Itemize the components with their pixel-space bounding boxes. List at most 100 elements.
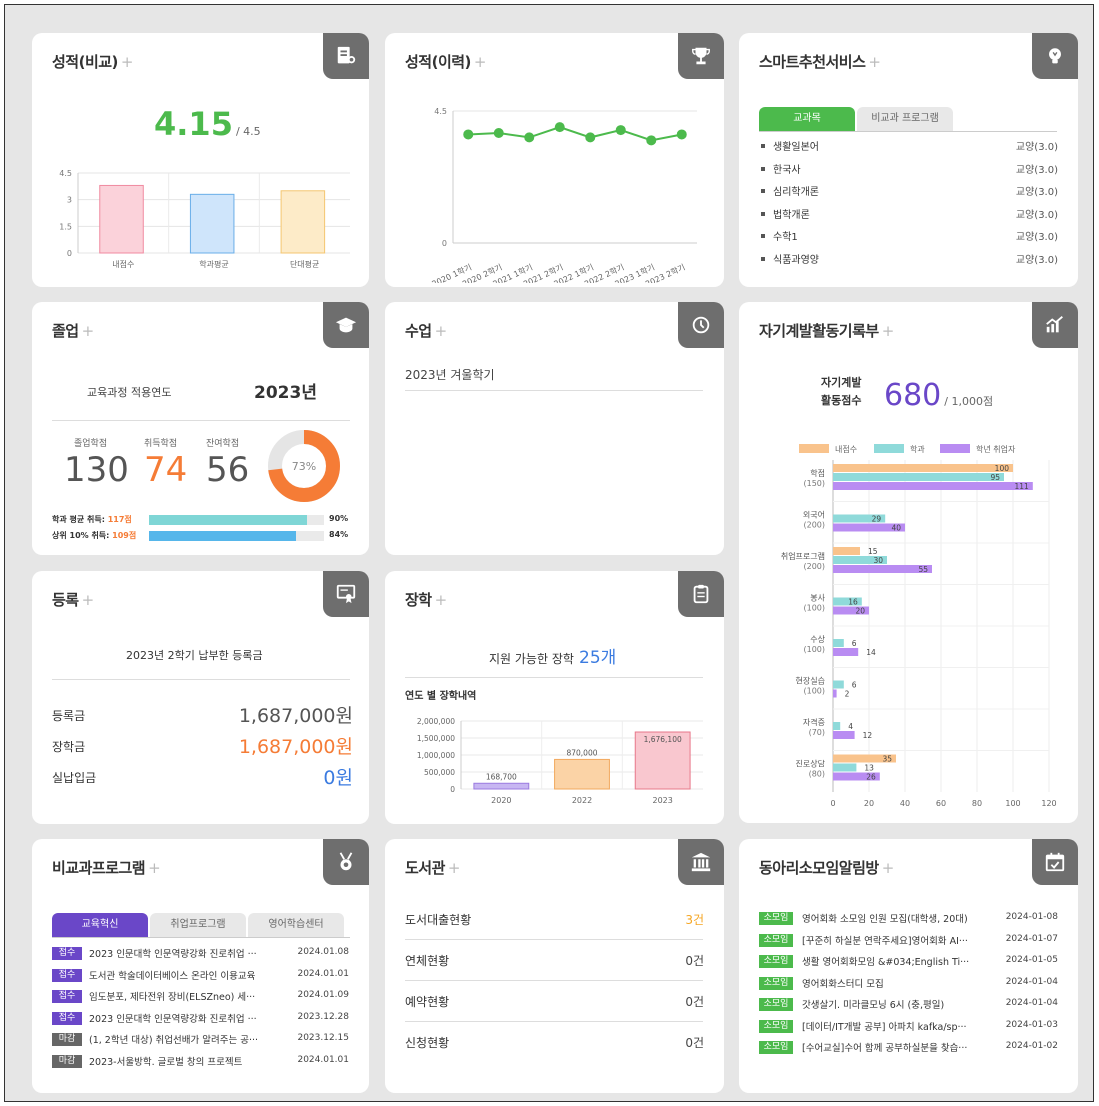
club-post-date: 2024-01-08	[1005, 912, 1058, 922]
category-label: 수상	[810, 634, 825, 644]
club-post-title[interactable]: [데이터/IT개발 공부] 아파치 kafka/sp···	[802, 1019, 992, 1033]
nonsubject-title[interactable]: 비교과프로그램 +	[52, 857, 161, 878]
library-row-value: 0건	[685, 995, 704, 1009]
grad-credit-label: 졸업학점	[74, 439, 108, 449]
tab-english[interactable]: 영어학습센터	[248, 913, 344, 937]
bar-label-text: 학과 평균 취득:	[52, 515, 108, 524]
calendar-check-icon[interactable]	[1032, 839, 1078, 885]
club-post-title[interactable]: 생활 영어회화모임 &#034;English Ti···	[802, 954, 992, 968]
self-dev-score: 680/ 1,000점	[884, 378, 994, 413]
grade-compare-title[interactable]: 성적(비교) +	[52, 51, 134, 72]
data-point	[646, 135, 657, 146]
bar-label-value: 109점	[112, 531, 137, 540]
credit-donut-chart: 73%	[268, 430, 340, 502]
report-icon[interactable]	[323, 33, 369, 79]
bar	[99, 184, 144, 254]
certificate-icon[interactable]	[323, 571, 369, 617]
grad-credit-value: 130	[64, 450, 129, 490]
smart-item-name[interactable]: 생활일본어	[773, 138, 819, 153]
graduation-title[interactable]: 졸업 +	[52, 320, 94, 341]
category-sub: (70)	[809, 728, 825, 737]
y-tick-label: 3	[67, 196, 72, 205]
y-tick-label: 1,500,000	[417, 734, 455, 743]
library-row-label[interactable]: 신청현황	[405, 1034, 449, 1051]
club-post-title[interactable]: [수어교실]수어 함께 공부하실분을 찾습···	[802, 1040, 992, 1054]
category-label: 봉사	[810, 594, 825, 603]
trophy-icon[interactable]	[678, 33, 724, 79]
nonsubject-card: 비교과프로그램 + 교육혁신 취업프로그램 영어학습센터 접수 2023 인문대학 …	[32, 839, 369, 1093]
x-tick-label: 내점수	[112, 259, 134, 269]
self-dev-card: 자기계발활동기록부 + 자기계발 활동점수 680/ 1,000점 내점수 학과 학년 …	[739, 302, 1078, 823]
tab-subjects[interactable]: 교과목	[759, 107, 855, 131]
program-title[interactable]: 2023-서울방학. 글로벌 창의 프로젝트	[89, 1054, 283, 1068]
building-icon[interactable]	[678, 839, 724, 885]
smart-item-type: 교양(3.0)	[1015, 187, 1058, 198]
program-title[interactable]: 2023 인문대학 인문역량강화 진로취업 ···	[89, 946, 283, 960]
divider	[405, 980, 703, 981]
growth-chart-icon[interactable]	[1032, 302, 1078, 348]
graduation-cap-icon[interactable]	[323, 302, 369, 348]
x-tick-label: 2023	[652, 796, 672, 805]
x-tick-label: 2022	[572, 796, 592, 805]
smart-item-name[interactable]: 법학개론	[773, 206, 810, 221]
tab-innovation[interactable]: 교육혁신	[52, 913, 148, 937]
smart-item-name[interactable]: 한국사	[773, 161, 801, 176]
club-post-title[interactable]: 갓생살기. 미라클모닝 6시 (충,평일)	[802, 997, 992, 1011]
scholarship-title[interactable]: 장학 +	[405, 589, 447, 610]
program-title[interactable]: 2023 인문대학 인문역량강화 진로취업 ···	[89, 1011, 283, 1025]
library-row-label[interactable]: 도서대출현황	[405, 911, 471, 928]
clipboard-icon[interactable]	[678, 571, 724, 617]
x-tick-label: 120	[1041, 799, 1056, 808]
bar-fill	[149, 531, 296, 541]
y-tick-label: 1,000,000	[417, 751, 455, 760]
self-dev-chart: 내점수 학과 학년 취업자0 20 40 60 80 100 120학점(150)1009511…	[781, 444, 1057, 808]
clock-icon[interactable]	[678, 302, 724, 348]
tab-nonsubject[interactable]: 비교과 프로그램	[857, 107, 953, 131]
remaining-credit-label: 잔여학점	[206, 439, 240, 449]
category-sub: (100)	[803, 604, 825, 613]
bar	[280, 190, 326, 254]
hbar	[833, 689, 837, 698]
library-row-label[interactable]: 연체현황	[405, 952, 449, 969]
earned-credit-label: 취득학점	[144, 439, 178, 449]
hbar-label: 26	[866, 773, 876, 782]
club-title[interactable]: 동아리소모임알림방 +	[759, 857, 894, 878]
data-point	[554, 122, 565, 133]
club-post-date: 2024-01-04	[1005, 976, 1058, 987]
program-title[interactable]: 도서관 학술데이터베이스 온라인 이용교육	[89, 968, 283, 982]
reg-row-label: 실납입금	[52, 771, 97, 785]
registration-title[interactable]: 등록 +	[52, 589, 94, 610]
self-dev-title[interactable]: 자기계발활동기록부 +	[759, 320, 894, 341]
reg-row-value: 1,687,000원	[238, 705, 353, 727]
smart-item-name[interactable]: 수학1	[773, 228, 798, 243]
grade-history-title[interactable]: 성적(이력) +	[405, 51, 487, 72]
class-semester: 2023년 겨울학기	[405, 368, 495, 382]
x-tick-label: 20	[864, 799, 874, 808]
smart-recommend-card: 스마트추천서비스 + 교과목 비교과 프로그램 생활일본어 교양(3.0) 한국사 교양…	[739, 33, 1078, 287]
club-post-title[interactable]: [꾸준히 하실분 연락주세요]영어회화 AI···	[802, 933, 992, 947]
medal-icon[interactable]	[323, 839, 369, 885]
y-tick-label: 0	[67, 249, 72, 258]
tab-employment[interactable]: 취업프로그램	[150, 913, 246, 937]
legend-swatch	[799, 444, 829, 453]
hbar-label: 15	[868, 547, 878, 556]
club-badge: 소모임	[759, 998, 793, 1011]
scholarship-subtitle: 연도 별 장학내역	[405, 691, 477, 702]
smart-item-name[interactable]: 심리학개론	[773, 183, 819, 198]
program-title[interactable]: (1, 2학년 대상) 취업선배가 알려주는 공···	[89, 1032, 283, 1046]
reg-row-value: 1,687,000원	[238, 736, 353, 758]
hbar	[833, 722, 841, 730]
smart-item-name[interactable]: 식품과영양	[773, 251, 819, 266]
library-title[interactable]: 도서관 +	[405, 857, 460, 878]
club-post-title[interactable]: 영어회화스터디 모집	[802, 976, 992, 990]
grade-score: 4.15/ 4.5	[154, 105, 261, 143]
list-bullet	[761, 256, 765, 261]
program-title[interactable]: 임도분포, 제타전위 장비(ELSZneo) 세···	[89, 989, 283, 1003]
class-title[interactable]: 수업 +	[405, 320, 447, 341]
smart-recommend-title[interactable]: 스마트추천서비스 +	[759, 51, 881, 72]
club-post-title[interactable]: 영어회화 소모임 인원 모집(대학생, 20대)	[802, 911, 992, 925]
library-row-value: 0건	[685, 1036, 704, 1050]
hbar-label: 40	[891, 524, 901, 533]
library-row-label[interactable]: 예약현황	[405, 993, 449, 1010]
lightbulb-icon[interactable]	[1032, 33, 1078, 79]
